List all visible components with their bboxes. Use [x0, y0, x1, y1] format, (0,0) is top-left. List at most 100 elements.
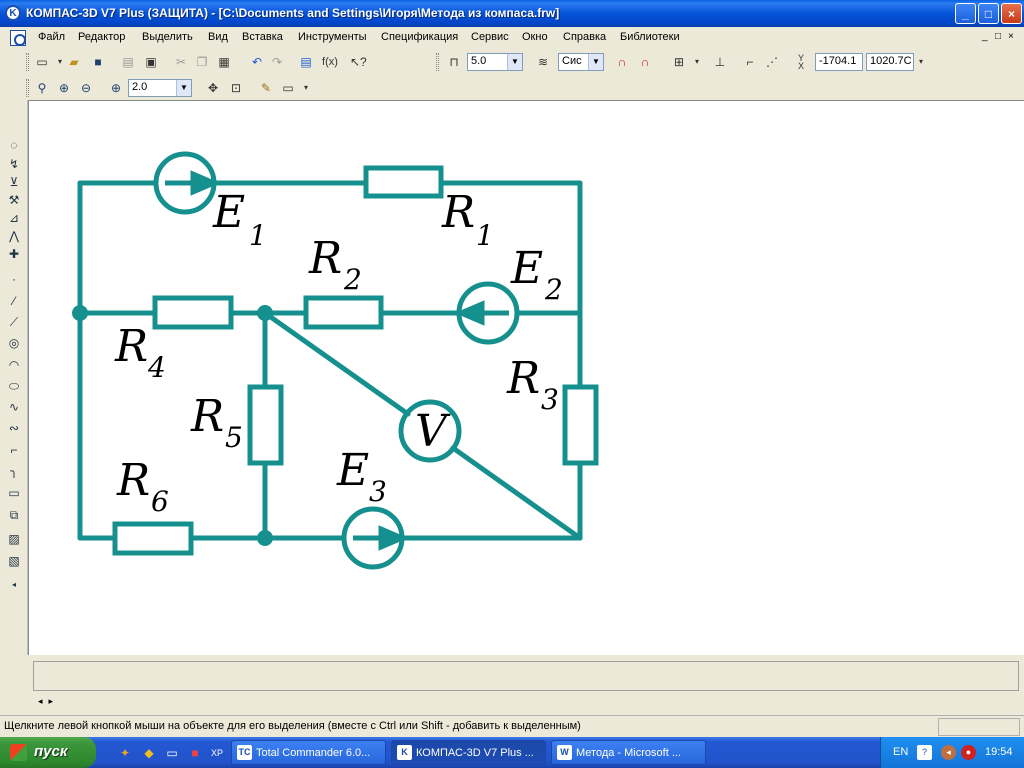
- circle-icon[interactable]: ◎: [5, 334, 23, 352]
- chevron-down-icon[interactable]: ▼: [176, 80, 191, 96]
- toolbar-chevron-icon[interactable]: ▾: [913, 54, 929, 70]
- zoom-combo[interactable]: 2.0 ▼: [128, 79, 192, 97]
- pan-icon[interactable]: ✥: [205, 80, 221, 96]
- zoom-fit-icon[interactable]: ⊡: [228, 80, 244, 96]
- cut-icon[interactable]: ✂: [173, 54, 189, 70]
- menu-service[interactable]: Сервис: [471, 31, 509, 43]
- point-icon[interactable]: ·: [5, 270, 23, 288]
- menu-insert[interactable]: Вставка: [242, 31, 283, 43]
- parametrize-tool-icon[interactable]: ⊿: [5, 209, 23, 227]
- kompas-app-icon[interactable]: K: [5, 5, 21, 21]
- menu-specification[interactable]: Спецификация: [381, 31, 458, 43]
- toolbar-grip[interactable]: [26, 79, 29, 97]
- mdi-close-button[interactable]: ×: [1008, 31, 1014, 42]
- fillet-icon[interactable]: ╮: [5, 462, 23, 480]
- undo-icon[interactable]: ↶: [249, 54, 265, 70]
- menu-window[interactable]: Окно: [522, 31, 548, 43]
- select-tool-icon[interactable]: ✚: [5, 245, 23, 263]
- close-button[interactable]: ×: [1001, 3, 1022, 24]
- display-mode-icon[interactable]: ▭: [280, 80, 296, 96]
- drawing-canvas[interactable]: E 1 R 1 R 2 E 2 R 4 R 3 R 5 V E 3 R 6: [28, 100, 1024, 655]
- help-pointer-icon[interactable]: ↖?: [350, 54, 367, 70]
- task-word[interactable]: W Метода - Microsoft ...: [551, 740, 706, 765]
- menu-help[interactable]: Справка: [563, 31, 606, 43]
- save-icon[interactable]: ■: [90, 54, 106, 70]
- print-preview-icon[interactable]: ▣: [143, 54, 159, 70]
- back-tray-icon[interactable]: ◂: [941, 745, 956, 760]
- curve-icon[interactable]: ∾: [5, 419, 23, 437]
- ortho-icon[interactable]: ⌐: [742, 54, 758, 70]
- fx-icon[interactable]: f(x): [319, 54, 341, 70]
- hatch-icon[interactable]: ▨: [5, 530, 23, 548]
- chamfer-icon[interactable]: ⌐: [5, 441, 23, 459]
- toolbar-grip[interactable]: [26, 53, 29, 71]
- measure-tool-icon[interactable]: ⋀: [5, 227, 23, 245]
- menu-select[interactable]: Выделить: [142, 31, 193, 43]
- ellipse-icon[interactable]: ⬭: [5, 377, 23, 395]
- menu-view[interactable]: Вид: [208, 31, 228, 43]
- maximize-button[interactable]: □: [978, 3, 999, 24]
- snap-settings-icon[interactable]: ∩: [637, 54, 653, 70]
- designation-tool-icon[interactable]: ⊻: [5, 173, 23, 191]
- snap-magnet-icon[interactable]: ∩: [614, 54, 630, 70]
- open-folder-icon[interactable]: ▰: [66, 54, 82, 70]
- menu-libraries[interactable]: Библиотеки: [620, 31, 680, 43]
- menu-tools[interactable]: Инструменты: [298, 31, 367, 43]
- chevron-down-icon[interactable]: ▼: [507, 54, 522, 70]
- menu-editor[interactable]: Редактор: [78, 31, 125, 43]
- antivirus-tray-icon[interactable]: ●: [961, 745, 976, 760]
- label-e2-sub: 2: [544, 273, 563, 306]
- paste-icon[interactable]: ▦: [216, 54, 232, 70]
- start-button[interactable]: пуск: [0, 737, 96, 768]
- variables-icon[interactable]: ▤: [298, 54, 314, 70]
- zoom-window-icon[interactable]: ⚲: [34, 80, 50, 96]
- grid-icon[interactable]: ⊞: [671, 54, 687, 70]
- chevron-down-icon[interactable]: ▼: [588, 54, 603, 70]
- round-icon[interactable]: ⋰: [764, 54, 780, 70]
- fill-icon[interactable]: ▧: [5, 552, 23, 570]
- zoom-scale-icon[interactable]: ⊕: [108, 80, 124, 96]
- new-document-icon[interactable]: ▭: [34, 54, 50, 70]
- menu-file[interactable]: Файл: [38, 31, 65, 43]
- quicklaunch-xp-icon[interactable]: XP: [209, 745, 225, 761]
- step-combo[interactable]: 5.0 ▼: [467, 53, 523, 71]
- grid-dropdown-icon[interactable]: ▾: [689, 54, 705, 70]
- quicklaunch-desktop-icon[interactable]: ▭: [164, 745, 180, 761]
- document-icon[interactable]: [10, 30, 26, 46]
- spline-icon[interactable]: ∿: [5, 398, 23, 416]
- mdi-minimize-button[interactable]: _: [982, 31, 988, 42]
- rectangle-icon[interactable]: ▭: [5, 484, 23, 502]
- print-icon[interactable]: ▤: [120, 54, 136, 70]
- copy-icon[interactable]: ❐: [194, 54, 210, 70]
- toolbar-more-icon[interactable]: ◂: [5, 576, 23, 594]
- layers-icon[interactable]: ≋: [535, 54, 551, 70]
- dimension-tool-icon[interactable]: ↯: [5, 155, 23, 173]
- task-kompas[interactable]: K КОМПАС-3D V7 Plus ...: [391, 740, 546, 765]
- zoom-out-icon[interactable]: ⊖: [78, 80, 94, 96]
- display-dropdown-icon[interactable]: ▾: [298, 80, 314, 96]
- coord-y-field[interactable]: 1020.7C: [866, 53, 914, 71]
- layer-combo[interactable]: Сис ▼: [558, 53, 604, 71]
- mdi-restore-button[interactable]: □: [995, 31, 1001, 42]
- geometry-tool-icon[interactable]: ◌: [5, 136, 23, 154]
- zoom-in-icon[interactable]: ⊕: [56, 80, 72, 96]
- edit-tool-icon[interactable]: ⚒: [5, 191, 23, 209]
- coord-x-field[interactable]: -1704.1: [815, 53, 863, 71]
- arc-icon[interactable]: ◠: [5, 356, 23, 374]
- minimize-button[interactable]: _: [955, 3, 976, 24]
- auxiliary-line-icon[interactable]: ⁄: [5, 292, 23, 310]
- contour-icon[interactable]: ⧉: [5, 506, 23, 524]
- toolbar-grip[interactable]: [436, 53, 439, 71]
- regenerate-icon[interactable]: ✎: [258, 80, 274, 96]
- scroll-arrows[interactable]: ◂▸: [38, 696, 59, 707]
- redo-icon[interactable]: ↷: [269, 54, 285, 70]
- language-indicator[interactable]: EN: [893, 746, 908, 758]
- step-cursor-icon[interactable]: ⊓: [446, 54, 462, 70]
- quicklaunch-runner-icon[interactable]: ✦: [117, 745, 133, 761]
- task-total-commander[interactable]: TC Total Commander 6.0...: [231, 740, 386, 765]
- quicklaunch-tool-icon[interactable]: ◆: [141, 745, 157, 761]
- segment-icon[interactable]: ⟋: [5, 313, 23, 331]
- help-tray-icon[interactable]: ?: [917, 745, 932, 760]
- local-cs-icon[interactable]: ⊥: [712, 54, 728, 70]
- quicklaunch-app-icon[interactable]: ■: [187, 745, 203, 761]
